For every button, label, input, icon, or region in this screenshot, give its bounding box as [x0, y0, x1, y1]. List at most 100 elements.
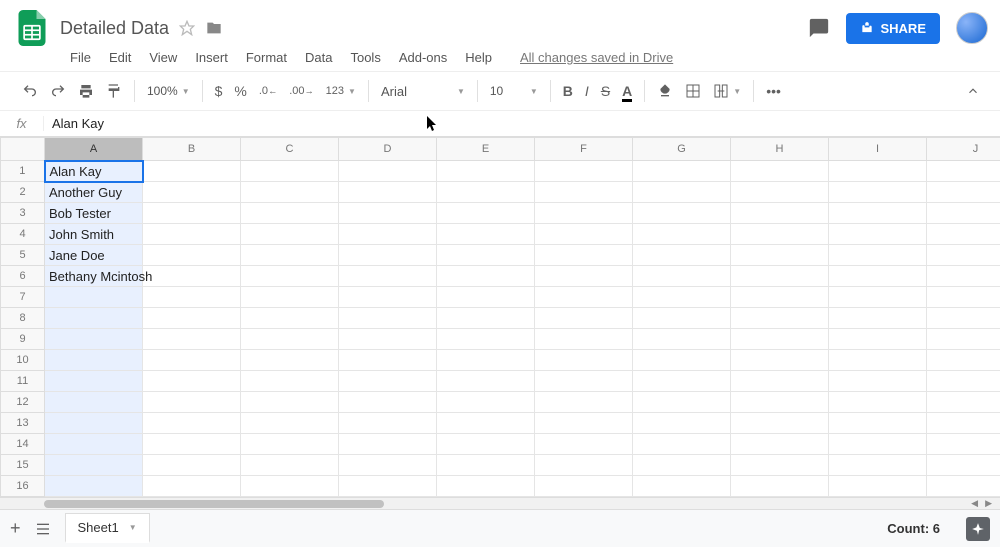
cell-E3[interactable] — [437, 203, 535, 224]
cell-H6[interactable] — [731, 266, 829, 287]
cell-F9[interactable] — [535, 329, 633, 350]
cell-D6[interactable] — [339, 266, 437, 287]
cell-I3[interactable] — [829, 203, 927, 224]
cell-D11[interactable] — [339, 371, 437, 392]
cell-E9[interactable] — [437, 329, 535, 350]
cell-D8[interactable] — [339, 308, 437, 329]
decrease-decimal[interactable]: .0← — [259, 85, 277, 97]
cell-H7[interactable] — [731, 287, 829, 308]
cell-C9[interactable] — [241, 329, 339, 350]
cell-F7[interactable] — [535, 287, 633, 308]
cell-B16[interactable] — [143, 476, 241, 497]
cell-J13[interactable] — [927, 413, 1000, 434]
cell-G10[interactable] — [633, 350, 731, 371]
cell-D10[interactable] — [339, 350, 437, 371]
cell-I1[interactable] — [829, 161, 927, 182]
cell-I5[interactable] — [829, 245, 927, 266]
cell-D4[interactable] — [339, 224, 437, 245]
cell-B9[interactable] — [143, 329, 241, 350]
text-color-button[interactable]: A — [622, 83, 632, 99]
row-header-8[interactable]: 8 — [1, 308, 45, 329]
cell-C12[interactable] — [241, 392, 339, 413]
column-header-D[interactable]: D — [339, 138, 437, 161]
borders-icon[interactable] — [685, 83, 701, 99]
comments-icon[interactable] — [808, 17, 830, 39]
cell-D16[interactable] — [339, 476, 437, 497]
cell-G4[interactable] — [633, 224, 731, 245]
row-header-6[interactable]: 6 — [1, 266, 45, 287]
cell-B12[interactable] — [143, 392, 241, 413]
scroll-left-icon[interactable]: ◀ — [971, 498, 978, 509]
cell-I4[interactable] — [829, 224, 927, 245]
cell-G13[interactable] — [633, 413, 731, 434]
row-header-1[interactable]: 1 — [1, 161, 45, 182]
cell-J3[interactable] — [927, 203, 1000, 224]
cell-G5[interactable] — [633, 245, 731, 266]
cell-A15[interactable] — [45, 455, 143, 476]
cell-B1[interactable] — [143, 161, 241, 182]
cell-C7[interactable] — [241, 287, 339, 308]
cell-G15[interactable] — [633, 455, 731, 476]
cell-C4[interactable] — [241, 224, 339, 245]
menu-tools[interactable]: Tools — [350, 50, 380, 65]
sheet-tab[interactable]: Sheet1 ▼ — [65, 513, 150, 543]
cell-A2[interactable]: Another Guy — [45, 182, 143, 203]
cell-B10[interactable] — [143, 350, 241, 371]
font-select[interactable]: Arial — [381, 84, 441, 99]
cell-A9[interactable] — [45, 329, 143, 350]
cell-F5[interactable] — [535, 245, 633, 266]
cell-I12[interactable] — [829, 392, 927, 413]
all-sheets-icon[interactable] — [35, 521, 51, 537]
cell-A7[interactable] — [45, 287, 143, 308]
cell-A6[interactable]: Bethany Mcintosh — [45, 266, 143, 287]
menu-addons[interactable]: Add-ons — [399, 50, 447, 65]
cell-H5[interactable] — [731, 245, 829, 266]
cell-A16[interactable] — [45, 476, 143, 497]
cell-I7[interactable] — [829, 287, 927, 308]
cell-D14[interactable] — [339, 434, 437, 455]
paint-format-icon[interactable] — [106, 83, 122, 99]
cell-F8[interactable] — [535, 308, 633, 329]
font-size-select[interactable]: 10 — [490, 84, 514, 98]
cell-F10[interactable] — [535, 350, 633, 371]
menu-insert[interactable]: Insert — [195, 50, 228, 65]
column-header-G[interactable]: G — [633, 138, 731, 161]
cell-E15[interactable] — [437, 455, 535, 476]
column-header-I[interactable]: I — [829, 138, 927, 161]
cell-C1[interactable] — [241, 161, 339, 182]
cell-C13[interactable] — [241, 413, 339, 434]
scrollbar-thumb[interactable] — [44, 500, 384, 508]
column-header-E[interactable]: E — [437, 138, 535, 161]
cell-A12[interactable] — [45, 392, 143, 413]
cell-E16[interactable] — [437, 476, 535, 497]
cell-G12[interactable] — [633, 392, 731, 413]
column-header-A[interactable]: A — [45, 138, 143, 161]
cell-B7[interactable] — [143, 287, 241, 308]
cell-A1[interactable]: Alan Kay — [45, 161, 143, 182]
cell-C5[interactable] — [241, 245, 339, 266]
cell-E8[interactable] — [437, 308, 535, 329]
cell-J1[interactable] — [927, 161, 1000, 182]
cell-A5[interactable]: Jane Doe — [45, 245, 143, 266]
row-header-7[interactable]: 7 — [1, 287, 45, 308]
menu-help[interactable]: Help — [465, 50, 492, 65]
row-header-9[interactable]: 9 — [1, 329, 45, 350]
cell-H15[interactable] — [731, 455, 829, 476]
cell-H16[interactable] — [731, 476, 829, 497]
menu-format[interactable]: Format — [246, 50, 287, 65]
user-avatar[interactable] — [956, 12, 988, 44]
cell-B15[interactable] — [143, 455, 241, 476]
cell-H3[interactable] — [731, 203, 829, 224]
cell-B5[interactable] — [143, 245, 241, 266]
cell-A10[interactable] — [45, 350, 143, 371]
cell-H2[interactable] — [731, 182, 829, 203]
italic-button[interactable]: I — [585, 83, 589, 99]
cell-B14[interactable] — [143, 434, 241, 455]
cell-E1[interactable] — [437, 161, 535, 182]
cell-G8[interactable] — [633, 308, 731, 329]
cell-A11[interactable] — [45, 371, 143, 392]
cell-G7[interactable] — [633, 287, 731, 308]
cell-I13[interactable] — [829, 413, 927, 434]
selection-count[interactable]: Count: 6 — [887, 521, 940, 536]
collapse-toolbar-icon[interactable] — [966, 84, 990, 98]
